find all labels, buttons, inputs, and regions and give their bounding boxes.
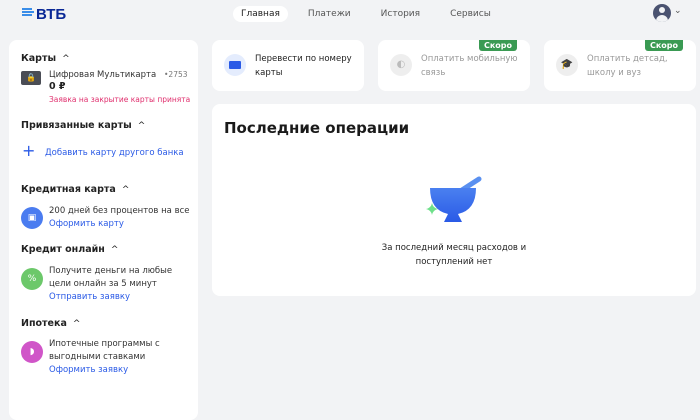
quick-mobile-card[interactable]: Скоро ◐ Оплатить мобильную связь — [378, 40, 530, 91]
caret-up-icon: ^ — [110, 244, 119, 255]
chevron-down-icon[interactable]: ⌄ — [674, 6, 682, 16]
quick-label: Оплатить детсад, школу и вуз — [587, 54, 668, 78]
credit-card-header[interactable]: Кредитная карта ^ — [21, 184, 129, 195]
card-notice: Заявка на закрытие карты принята — [49, 95, 191, 104]
nav-payments[interactable]: Платежи — [300, 6, 359, 22]
card-number: •2753 — [164, 70, 188, 79]
quick-label: Оплатить мобильную связь — [421, 54, 518, 78]
quick-education-card[interactable]: Скоро 🎓 Оплатить детсад, школу и вуз — [544, 40, 696, 91]
caret-up-icon: ^ — [72, 318, 81, 329]
logo-icon — [22, 8, 34, 16]
mobile-icon: ◐ — [390, 54, 412, 76]
operations-title: Последние операции — [224, 119, 410, 137]
card-icon — [224, 54, 246, 76]
quick-transfer-card[interactable]: Перевести по номеру карты — [212, 40, 364, 91]
credit-card-icon: ▣ — [21, 207, 43, 229]
credit-online-header[interactable]: Кредит онлайн ^ — [21, 244, 118, 255]
credit-card-text: 200 дней без процентов на все — [49, 206, 190, 216]
caret-up-icon: ^ — [62, 53, 70, 64]
cards-section-header[interactable]: Карты ^ — [21, 53, 70, 64]
credit-online-text: цели онлайн за 5 минут — [49, 279, 157, 289]
mortgage-link[interactable]: Оформить заявку — [49, 365, 128, 375]
plus-icon: + — [22, 141, 36, 160]
nav-services[interactable]: Сервисы — [442, 6, 499, 22]
shield-icon: ◗ — [21, 341, 43, 363]
credit-card-link[interactable]: Оформить карту — [49, 219, 124, 229]
mortgage-text: Ипотечные программы с — [49, 339, 160, 349]
recent-operations-panel: Последние операции За последний месяц ра… — [212, 104, 696, 296]
percent-icon: % — [21, 268, 43, 290]
lock-icon: 🔒 — [21, 71, 41, 85]
soon-badge: Скоро — [478, 40, 517, 51]
sidebar: Карты ^ 🔒 Цифровая Мультикарта •2753 0 ₽ … — [9, 40, 198, 420]
caret-up-icon: ^ — [137, 120, 146, 131]
mortgage-text: выгодными ставками — [49, 352, 146, 362]
caret-up-icon: ^ — [121, 184, 130, 195]
nav-history[interactable]: История — [373, 6, 428, 22]
add-card-link[interactable]: Добавить карту другого банка — [45, 148, 184, 158]
linked-cards-header[interactable]: Привязанные карты ^ — [21, 120, 145, 131]
mortgage-header[interactable]: Ипотека ^ — [21, 318, 80, 329]
quick-label: Перевести по номеру карты — [255, 54, 352, 78]
credit-online-text: Получите деньги на любые — [49, 266, 173, 276]
profile-avatar-icon[interactable] — [653, 4, 671, 22]
card-balance: 0 ₽ — [49, 81, 66, 92]
vtb-logo[interactable]: ВТБ — [22, 6, 66, 23]
graduation-cap-icon: 🎓 — [556, 54, 578, 76]
credit-online-link[interactable]: Отправить заявку — [49, 292, 130, 302]
empty-state-text: За последний месяц расходов и поступлений… — [381, 243, 527, 267]
main-nav: Главная Платежи История Сервисы — [233, 6, 499, 22]
nav-home[interactable]: Главная — [233, 6, 288, 22]
mortar-icon — [426, 176, 482, 222]
soon-badge: Скоро — [644, 40, 683, 51]
